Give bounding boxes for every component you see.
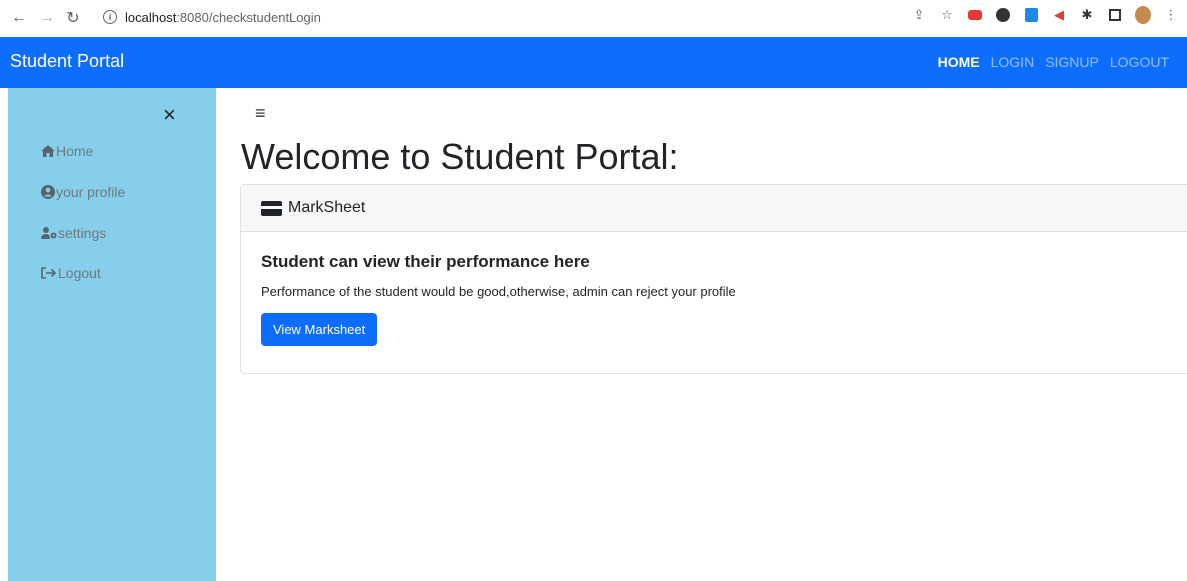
card-header-label: MarkSheet — [288, 199, 366, 216]
credit-card-icon — [261, 200, 282, 216]
sidebar-item-label: Logout — [58, 265, 101, 281]
card-body: Student can view their performance here … — [241, 232, 1187, 365]
sidebar-item-home[interactable]: Home — [41, 143, 93, 159]
sidebar-item-label: Home — [56, 143, 94, 159]
nav-link-home[interactable]: HOME — [938, 54, 980, 70]
sign-out-icon — [41, 267, 57, 279]
site-info-icon[interactable]: i — [103, 10, 117, 24]
side-panel-icon[interactable] — [1107, 7, 1123, 23]
user-cog-icon — [41, 227, 57, 239]
nav-links: HOME LOGIN SIGNUP LOGOUT — [938, 54, 1169, 70]
view-marksheet-button[interactable]: View Marksheet — [261, 313, 378, 346]
sidebar-item-label: your profile — [56, 184, 126, 200]
sidebar-item-profile[interactable]: your profile — [41, 184, 125, 200]
profile-avatar-icon[interactable] — [1135, 6, 1151, 24]
top-navbar: Student Portal HOME LOGIN SIGNUP LOGOUT — [0, 37, 1187, 88]
home-icon — [41, 145, 55, 157]
url-path: :8080/checkstudentLogin — [176, 9, 321, 25]
sidebar-item-label: settings — [58, 225, 107, 241]
youtube-extension-icon[interactable] — [967, 7, 983, 23]
nav-link-signup[interactable]: SIGNUP — [1045, 54, 1099, 70]
reload-icon[interactable]: ↻ — [62, 7, 84, 29]
url-host: localhost — [125, 9, 177, 25]
puzzle-extensions-icon[interactable]: ✱ — [1079, 7, 1095, 23]
share-icon[interactable]: ⇪ — [911, 7, 927, 23]
extension-blue-icon[interactable] — [1023, 7, 1039, 23]
extension-circle-icon[interactable] — [995, 7, 1011, 23]
page-title: Welcome to Student Portal: — [241, 136, 679, 177]
card-header: MarkSheet — [241, 185, 1187, 232]
forward-icon[interactable]: → — [36, 7, 58, 29]
menu-toggle-icon[interactable]: ≡ — [255, 104, 266, 122]
sidebar-item-logout[interactable]: Logout — [41, 265, 101, 281]
extensions-area: ⇪ ☆ ◀ ✱ ⋮ — [911, 6, 1179, 24]
bookmark-star-icon[interactable]: ☆ — [939, 7, 955, 23]
nav-link-login[interactable]: LOGIN — [991, 54, 1035, 70]
marksheet-card: MarkSheet Student can view their perform… — [240, 184, 1187, 374]
nav-link-logout[interactable]: LOGOUT — [1110, 54, 1169, 70]
back-icon[interactable]: ← — [8, 7, 30, 29]
sidebar: × Home your profile settings Logout — [8, 88, 216, 581]
address-bar[interactable]: i localhost:8080/checkstudentLogin — [103, 4, 863, 30]
brand-title[interactable]: Student Portal — [10, 51, 124, 72]
megaphone-extension-icon[interactable]: ◀ — [1051, 7, 1067, 23]
card-title: Student can view their performance here — [261, 252, 590, 271]
sidebar-item-settings[interactable]: settings — [41, 225, 106, 241]
browser-toolbar: ← → ↻ i localhost:8080/checkstudentLogin… — [0, 0, 1187, 37]
card-text: Performance of the student would be good… — [261, 284, 736, 299]
browser-menu-icon[interactable]: ⋮ — [1163, 7, 1179, 23]
close-icon[interactable]: × — [163, 104, 176, 126]
user-circle-icon — [41, 185, 55, 199]
